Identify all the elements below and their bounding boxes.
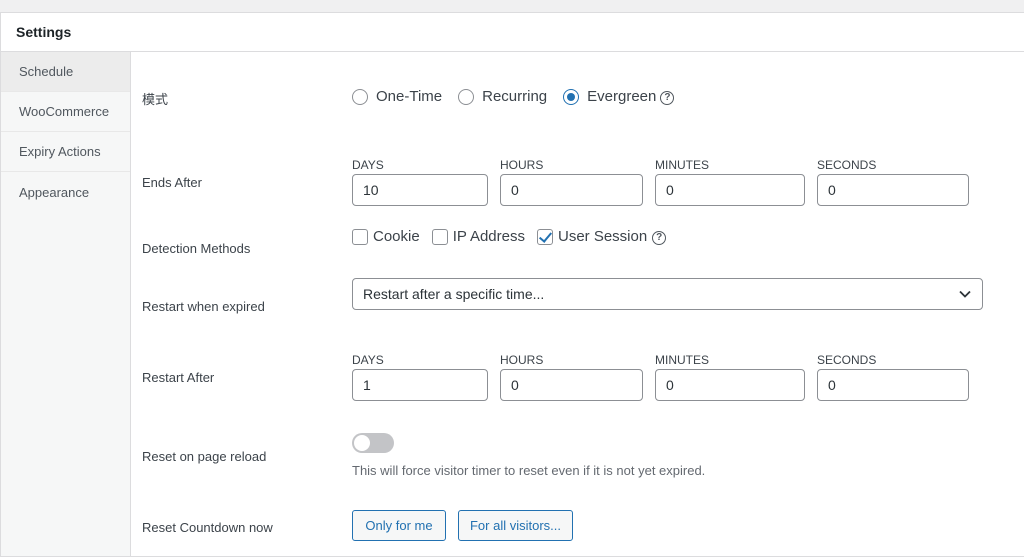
ends-seconds-input[interactable]: 0: [817, 174, 969, 206]
reset-only-me-button[interactable]: Only for me: [352, 510, 446, 541]
ends-minutes-input[interactable]: 0: [655, 174, 805, 206]
toggle-knob: [354, 435, 370, 451]
detection-help-icon[interactable]: ?: [652, 230, 667, 245]
reset-reload-description: This will force visitor timer to reset e…: [352, 463, 706, 478]
sidebar-item-woocommerce[interactable]: WooCommerce: [1, 92, 130, 132]
checkbox-cookie-box[interactable]: [352, 228, 368, 245]
radio-evergreen-label: Evergreen: [587, 88, 657, 105]
restart-expired-value: Restart after a specific time...: [363, 286, 545, 302]
detection-label: Detection Methods: [142, 241, 251, 256]
radio-recurring-dot[interactable]: [458, 88, 475, 105]
ends-hours-label: HOURS: [500, 158, 544, 172]
checkbox-user-session-label: User Session: [557, 228, 648, 245]
restart-days-label: DAYS: [352, 353, 384, 367]
checkbox-ip-address-label: IP Address: [452, 228, 525, 245]
restart-hours-label: HOURS: [500, 353, 544, 367]
restart-after-label: Restart After: [142, 370, 215, 385]
restart-seconds-input[interactable]: 0: [817, 369, 969, 401]
ends-minutes-label: MINUTES: [655, 158, 709, 172]
restart-expired-select[interactable]: Restart after a specific time...: [352, 278, 983, 310]
checkbox-user-session-box[interactable]: [536, 228, 553, 245]
mode-label: 模式: [142, 92, 169, 107]
settings-main: 模式 One-Time Recurring Evergreen ? Ends A…: [131, 52, 1024, 556]
settings-panel: Settings Schedule WooCommerce Expiry Act…: [0, 12, 1024, 557]
restart-expired-label: Restart when expired: [142, 299, 265, 314]
ends-hours-input[interactable]: 0: [500, 174, 643, 206]
mode-help-icon[interactable]: ?: [660, 91, 675, 105]
ends-after-label: Ends After: [142, 175, 202, 190]
panel-title: Settings: [16, 24, 72, 40]
checkbox-ip-address-box[interactable]: [431, 228, 448, 245]
radio-one-time-label: One-Time: [376, 88, 443, 105]
settings-sidebar: Schedule WooCommerce Expiry Actions Appe…: [1, 52, 131, 556]
radio-recurring-label: Recurring: [482, 88, 548, 105]
restart-hours-input[interactable]: 0: [500, 369, 643, 401]
restart-minutes-input[interactable]: 0: [655, 369, 805, 401]
detection-checkbox-group: Cookie IP Address User Session ?: [352, 228, 667, 245]
reset-reload-toggle[interactable]: [352, 433, 394, 453]
ends-days-input[interactable]: 10: [352, 174, 488, 206]
sidebar-item-expiry-actions[interactable]: Expiry Actions: [1, 132, 130, 172]
reset-reload-label: Reset on page reload: [142, 449, 267, 464]
radio-evergreen[interactable]: Evergreen ?: [563, 88, 675, 105]
radio-evergreen-dot[interactable]: [563, 88, 580, 105]
chevron-down-icon: [959, 290, 971, 298]
mode-radio-group: One-Time Recurring Evergreen ?: [352, 88, 675, 105]
reset-now-label: Reset Countdown now: [142, 520, 273, 535]
radio-one-time-dot[interactable]: [352, 88, 368, 105]
radio-recurring[interactable]: Recurring: [458, 88, 547, 105]
sidebar-item-schedule[interactable]: Schedule: [1, 52, 130, 92]
checkbox-user-session[interactable]: User Session ?: [536, 228, 667, 245]
checkbox-cookie[interactable]: Cookie: [352, 228, 420, 245]
reset-all-visitors-button[interactable]: For all visitors...: [458, 510, 573, 541]
radio-one-time[interactable]: One-Time: [352, 88, 442, 105]
ends-days-label: DAYS: [352, 158, 384, 172]
checkbox-ip-address[interactable]: IP Address: [431, 228, 525, 245]
checkbox-cookie-label: Cookie: [373, 228, 420, 245]
restart-days-input[interactable]: 1: [352, 369, 488, 401]
ends-seconds-label: SECONDS: [817, 158, 877, 172]
restart-minutes-label: MINUTES: [655, 353, 709, 367]
sidebar-item-appearance[interactable]: Appearance: [1, 172, 130, 212]
restart-seconds-label: SECONDS: [817, 353, 877, 367]
panel-header: Settings: [1, 13, 1024, 52]
